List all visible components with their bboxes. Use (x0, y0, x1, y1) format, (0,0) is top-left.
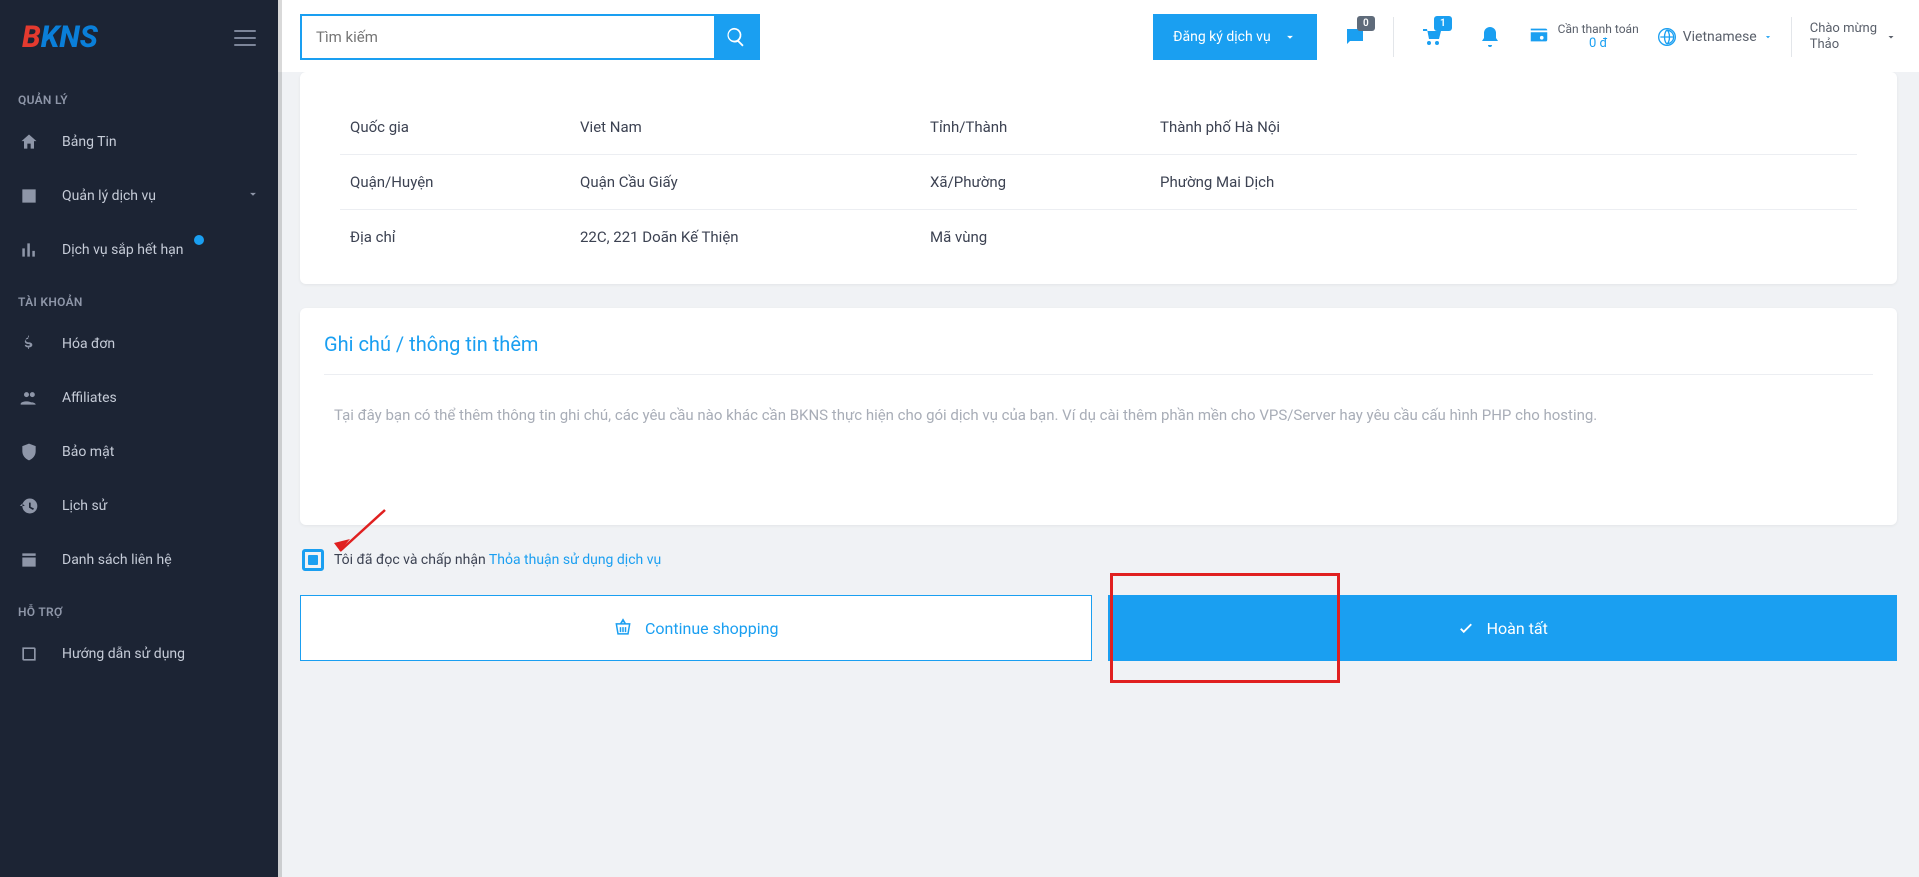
sidebar-item-label: Hướng dẫn sử dụng (62, 646, 185, 662)
dollar-icon (18, 333, 40, 355)
language-label: Vietnamese (1683, 29, 1757, 45)
sidebar-item-affiliates[interactable]: Affiliates (0, 371, 278, 425)
sidebar-section-support: HỖ TRỢ (0, 587, 278, 627)
search-box (300, 14, 760, 60)
globe-icon (1657, 27, 1677, 47)
menu-toggle-icon[interactable] (234, 30, 256, 46)
tos-text: Tôi đã đọc và chấp nhận Thỏa thuận sử dụ… (334, 552, 661, 568)
logo[interactable]: BKNS (22, 20, 98, 55)
complete-button[interactable]: Hoàn tất (1108, 595, 1898, 661)
tos-prefix: Tôi đã đọc và chấp nhận (334, 552, 489, 568)
cell-label: Quận/Huyện (340, 155, 570, 210)
people-icon (18, 387, 40, 409)
sidebar-item-label: Hóa đơn (62, 336, 115, 352)
cell-value: Viet Nam (570, 100, 920, 155)
search-input[interactable] (302, 16, 714, 58)
language-selector[interactable]: Vietnamese (1657, 27, 1773, 47)
notes-card: Ghi chú / thông tin thêm Tại đây bạn có … (300, 308, 1897, 525)
pending-payment-amount: 0 đ (1558, 36, 1639, 52)
sidebar-item-services[interactable]: Quản lý dịch vụ (0, 169, 278, 223)
register-service-label: Đăng ký dịch vụ (1173, 29, 1271, 45)
pending-payment[interactable]: Cần thanh toán 0 đ (1528, 22, 1639, 52)
cell-label: Quốc gia (340, 100, 570, 155)
user-menu[interactable]: Chào mừng Thảo (1810, 21, 1897, 52)
tos-row: Tôi đã đọc và chấp nhận Thỏa thuận sử dụ… (302, 549, 1897, 571)
book-icon (18, 643, 40, 665)
cell-label: Tỉnh/Thành (920, 100, 1150, 155)
cell-label: Địa chỉ (340, 210, 570, 265)
cell-value: Quận Cầu Giấy (570, 155, 920, 210)
content: Quốc gia Viet Nam Tỉnh/Thành Thành phố H… (278, 72, 1919, 877)
notification-dot-icon (194, 235, 204, 245)
sidebar-item-label: Dịch vụ sắp hết hạn (62, 242, 184, 258)
tos-link[interactable]: Thỏa thuận sử dụng dịch vụ (489, 552, 661, 568)
history-icon (18, 495, 40, 517)
chevron-down-icon (1283, 30, 1297, 44)
cell-value (1150, 210, 1857, 265)
search-icon (725, 26, 747, 48)
caret-down-icon (1885, 31, 1897, 43)
cell-label: Xã/Phường (920, 155, 1150, 210)
cart-badge: 1 (1434, 16, 1452, 31)
cart-button[interactable]: 1 (1412, 14, 1452, 60)
notes-textarea[interactable]: Tại đây bạn có thể thêm thông tin ghi ch… (300, 375, 1897, 525)
sidebar: BKNS QUẢN LÝ Bảng Tin Quản lý dịch vụ Dị… (0, 0, 278, 877)
cell-value: Phường Mai Dịch (1150, 155, 1857, 210)
greeting-line1: Chào mừng (1810, 21, 1877, 37)
sidebar-item-guide[interactable]: Hướng dẫn sử dụng (0, 627, 278, 681)
bell-button[interactable] (1470, 14, 1510, 60)
shield-icon (18, 441, 40, 463)
sidebar-section-account: TÀI KHOẢN (0, 277, 278, 317)
continue-shopping-button[interactable]: Continue shopping (300, 595, 1092, 661)
bell-icon (1478, 25, 1502, 49)
tos-checkbox[interactable] (302, 549, 324, 571)
divider (1393, 17, 1394, 57)
sidebar-item-dashboard[interactable]: Bảng Tin (0, 115, 278, 169)
sidebar-section-manage: QUẢN LÝ (0, 75, 278, 115)
sidebar-item-invoice[interactable]: Hóa đơn (0, 317, 278, 371)
search-button[interactable] (714, 16, 758, 58)
sidebar-item-label: Danh sách liên hệ (62, 552, 172, 568)
account-box-icon (18, 185, 40, 207)
basket-icon (613, 618, 633, 638)
table-row: Quốc gia Viet Nam Tỉnh/Thành Thành phố H… (340, 100, 1857, 155)
register-service-button[interactable]: Đăng ký dịch vụ (1153, 14, 1317, 60)
greeting-line2: Thảo (1810, 37, 1877, 53)
sidebar-item-history[interactable]: Lịch sử (0, 479, 278, 533)
sidebar-item-contacts[interactable]: Danh sách liên hệ (0, 533, 278, 587)
caret-down-icon (1763, 32, 1773, 42)
address-table: Quốc gia Viet Nam Tỉnh/Thành Thành phố H… (340, 100, 1857, 264)
cell-value: 22C, 221 Doãn Kế Thiện (570, 210, 920, 265)
sidebar-item-expiring[interactable]: Dịch vụ sắp hết hạn (0, 223, 278, 277)
notes-title: Ghi chú / thông tin thêm (300, 308, 1897, 374)
continue-shopping-label: Continue shopping (645, 619, 778, 638)
alerts-badge: 0 (1357, 16, 1375, 31)
table-row: Quận/Huyện Quận Cầu Giấy Xã/Phường Phườn… (340, 155, 1857, 210)
wallet-icon (1528, 24, 1550, 49)
alerts-button[interactable]: 0 (1335, 14, 1375, 60)
cell-value: Thành phố Hà Nội (1150, 100, 1857, 155)
sidebar-item-label: Bảo mật (62, 444, 114, 460)
topbar: Đăng ký dịch vụ 0 1 Cần thanh toán 0 đ (278, 0, 1919, 72)
chevron-down-icon (246, 187, 260, 205)
main: Đăng ký dịch vụ 0 1 Cần thanh toán 0 đ (278, 0, 1919, 877)
sidebar-item-label: Bảng Tin (62, 134, 117, 150)
sidebar-item-label: Affiliates (62, 390, 117, 406)
complete-label: Hoàn tất (1487, 619, 1548, 638)
check-icon (1457, 619, 1475, 637)
home-icon (18, 131, 40, 153)
sidebar-item-label: Quản lý dịch vụ (62, 188, 156, 204)
cell-label: Mã vùng (920, 210, 1150, 265)
sidebar-item-security[interactable]: Bảo mật (0, 425, 278, 479)
info-card: Quốc gia Viet Nam Tỉnh/Thành Thành phố H… (300, 72, 1897, 284)
sidebar-item-label: Lịch sử (62, 498, 107, 514)
divider (1791, 17, 1792, 57)
chart-icon (18, 239, 40, 261)
table-row: Địa chỉ 22C, 221 Doãn Kế Thiện Mã vùng (340, 210, 1857, 265)
contacts-icon (18, 549, 40, 571)
button-row: Continue shopping Hoàn tất (300, 595, 1897, 661)
pending-payment-label: Cần thanh toán (1558, 22, 1639, 36)
